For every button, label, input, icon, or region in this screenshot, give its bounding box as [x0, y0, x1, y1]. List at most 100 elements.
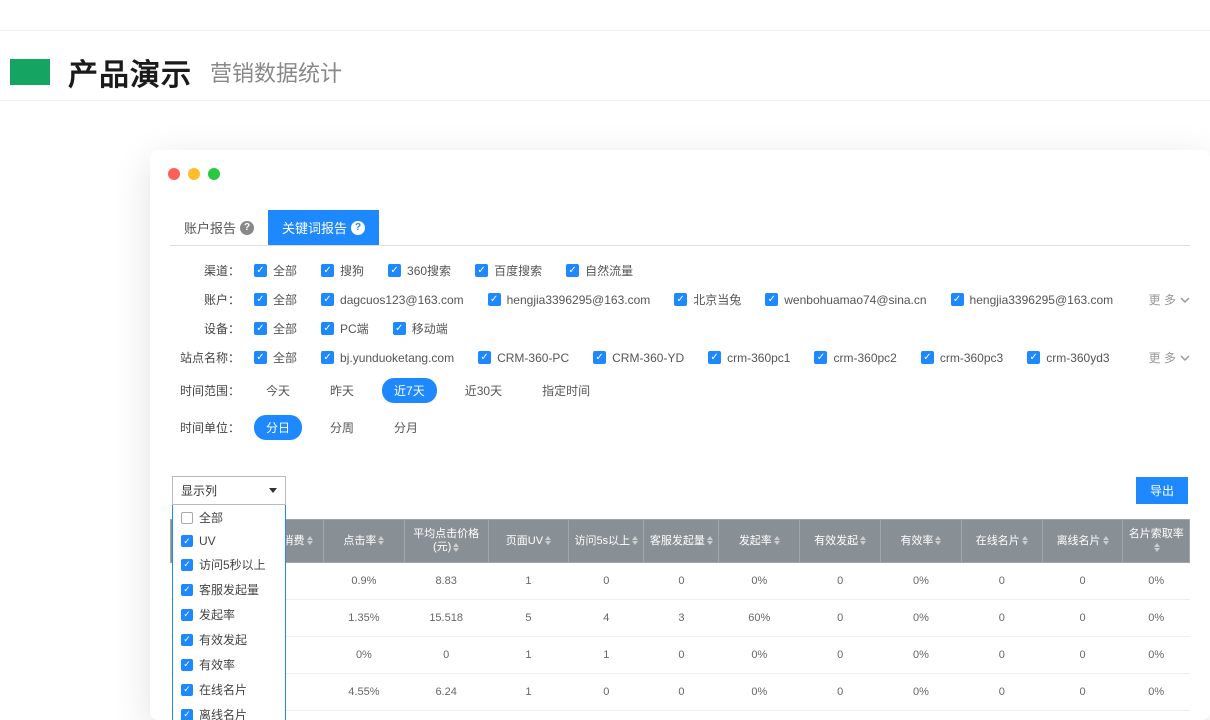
header-label: 有效发起 — [814, 535, 858, 547]
tab-account-report[interactable]: 账户报告 ? — [170, 210, 268, 245]
pill-today[interactable]: 今天 — [254, 378, 302, 403]
column-option[interactable]: 访问5秒以上 — [173, 552, 285, 577]
column-header[interactable]: 名片索取率 — [1123, 520, 1190, 563]
column-header[interactable]: 发起率 — [719, 520, 800, 563]
cell: 0 — [800, 674, 881, 711]
column-option[interactable]: 客服发起量 — [173, 577, 285, 602]
column-option-label: 客服发起量 — [199, 581, 259, 598]
checkbox-account[interactable]: dagcuos123@163.com — [321, 293, 464, 307]
sort-icon[interactable] — [453, 543, 459, 552]
help-icon[interactable]: ? — [351, 221, 365, 235]
more-link[interactable]: 更 多 — [1149, 291, 1190, 308]
checkbox-site[interactable]: CRM-360-YD — [593, 351, 684, 365]
maximize-icon[interactable] — [208, 168, 220, 180]
checkbox-all[interactable]: 全部 — [254, 320, 297, 337]
checkbox-account[interactable]: 北京当兔 — [674, 291, 741, 308]
pill-byday[interactable]: 分日 — [254, 415, 302, 440]
checkbox-site[interactable]: crm-360yd3 — [1027, 351, 1109, 365]
column-header[interactable]: 平均点击价格(元) — [404, 520, 488, 563]
pill-last7[interactable]: 近7天 — [382, 378, 437, 403]
checkbox-organic[interactable]: 自然流量 — [566, 262, 633, 279]
column-option[interactable]: 有效率 — [173, 652, 285, 677]
column-header[interactable]: 点击率 — [323, 520, 404, 563]
column-header[interactable]: 有效率 — [881, 520, 962, 563]
sort-icon[interactable] — [545, 536, 551, 545]
sort-icon[interactable] — [1022, 536, 1028, 545]
help-icon[interactable]: ? — [240, 221, 254, 235]
checkbox-site[interactable]: CRM-360-PC — [478, 351, 569, 365]
checkbox-site[interactable]: crm-360pc1 — [708, 351, 790, 365]
export-button[interactable]: 导出 — [1136, 477, 1188, 504]
checkbox-all[interactable]: 全部 — [254, 262, 297, 279]
top-divider — [0, 30, 1210, 31]
minimize-icon[interactable] — [188, 168, 200, 180]
column-header[interactable]: 离线名片 — [1042, 520, 1123, 563]
column-header[interactable]: 在线名片 — [961, 520, 1042, 563]
filter-label: 时间范围： — [170, 382, 240, 399]
checkbox-site[interactable]: bj.yunduoketang.com — [321, 351, 454, 365]
data-table: 账户消费点击率平均点击价格(元)页面UV访问5s以上客服发起量发起率有效发起有效… — [170, 519, 1190, 720]
checkbox-360[interactable]: 360搜索 — [388, 262, 451, 279]
checkbox-account[interactable]: hengjia3396295@163.com — [951, 293, 1114, 307]
checkbox-icon — [181, 609, 193, 621]
column-option[interactable]: 全部 — [173, 505, 285, 530]
pill-yesterday[interactable]: 昨天 — [318, 378, 366, 403]
column-header[interactable]: 有效发起 — [800, 520, 881, 563]
checkbox-site[interactable]: crm-360pc2 — [814, 351, 896, 365]
column-option[interactable]: UV — [173, 530, 285, 552]
column-option[interactable]: 发起率 — [173, 602, 285, 627]
column-option[interactable]: 有效发起 — [173, 627, 285, 652]
header-label: 发起率 — [739, 535, 772, 547]
title-underline — [0, 100, 1210, 101]
table-wrap: 账户消费点击率平均点击价格(元)页面UV访问5s以上客服发起量发起率有效发起有效… — [170, 519, 1190, 720]
cell: 5 — [488, 600, 569, 637]
more-link[interactable]: 更 多 — [1149, 349, 1190, 366]
pill-bymonth[interactable]: 分月 — [382, 415, 430, 440]
cell: 0 — [961, 711, 1042, 720]
checkbox-account[interactable]: wenbohuamao74@sina.cn — [765, 293, 926, 307]
column-option-label: 访问5秒以上 — [199, 556, 266, 573]
app-content: 账户报告 ? 关键词报告 ? 渠道： 全部 搜狗 360搜索 百度搜索 自然流量 — [150, 200, 1210, 720]
app-window: 账户报告 ? 关键词报告 ? 渠道： 全部 搜狗 360搜索 百度搜索 自然流量 — [150, 150, 1210, 720]
column-header[interactable]: 访问5s以上 — [569, 520, 644, 563]
column-option[interactable]: 离线名片 — [173, 702, 285, 720]
sort-icon[interactable] — [378, 536, 384, 545]
cell: 0 — [404, 711, 488, 720]
column-option[interactable]: 在线名片 — [173, 677, 285, 702]
cell: 0 — [800, 563, 881, 600]
header-label: 页面UV — [506, 535, 543, 547]
checkbox-icon — [181, 584, 193, 596]
column-header[interactable]: 客服发起量 — [644, 520, 719, 563]
checkbox-baidu[interactable]: 百度搜索 — [475, 262, 542, 279]
checkbox-icon — [181, 559, 193, 571]
pill-byweek[interactable]: 分周 — [318, 415, 366, 440]
pill-last30[interactable]: 近30天 — [453, 378, 514, 403]
column-option-label: 全部 — [199, 509, 223, 526]
sort-icon[interactable] — [774, 536, 780, 545]
filter-site-row: 站点名称： 全部 bj.yunduoketang.com CRM-360-PC … — [170, 343, 1190, 372]
filter-label: 账户： — [170, 291, 240, 308]
checkbox-sogou[interactable]: 搜狗 — [321, 262, 364, 279]
sort-icon[interactable] — [860, 536, 866, 545]
header-label: 客服发起量 — [650, 535, 705, 547]
pill-custom[interactable]: 指定时间 — [530, 378, 602, 403]
tab-keyword-report[interactable]: 关键词报告 ? — [268, 210, 379, 245]
sort-icon[interactable] — [1154, 543, 1160, 552]
sort-icon[interactable] — [935, 536, 941, 545]
checkbox-account[interactable]: hengjia3396295@163.com — [488, 293, 651, 307]
sort-icon[interactable] — [1103, 536, 1109, 545]
checkbox-mobile[interactable]: 移动端 — [393, 320, 448, 337]
sort-icon[interactable] — [707, 536, 713, 545]
column-select-button[interactable]: 显示列 — [172, 476, 286, 505]
report-tabs: 账户报告 ? 关键词报告 ? — [170, 210, 1190, 246]
sort-icon[interactable] — [307, 536, 313, 545]
checkbox-site[interactable]: crm-360pc3 — [921, 351, 1003, 365]
checkbox-all[interactable]: 全部 — [254, 291, 297, 308]
close-icon[interactable] — [168, 168, 180, 180]
cell: 0 — [488, 711, 569, 720]
sort-icon[interactable] — [632, 536, 638, 545]
column-header[interactable]: 页面UV — [488, 520, 569, 563]
checkbox-pc[interactable]: PC端 — [321, 320, 369, 337]
header-label: 平均点击价格(元) — [413, 528, 479, 553]
checkbox-all[interactable]: 全部 — [254, 349, 297, 366]
